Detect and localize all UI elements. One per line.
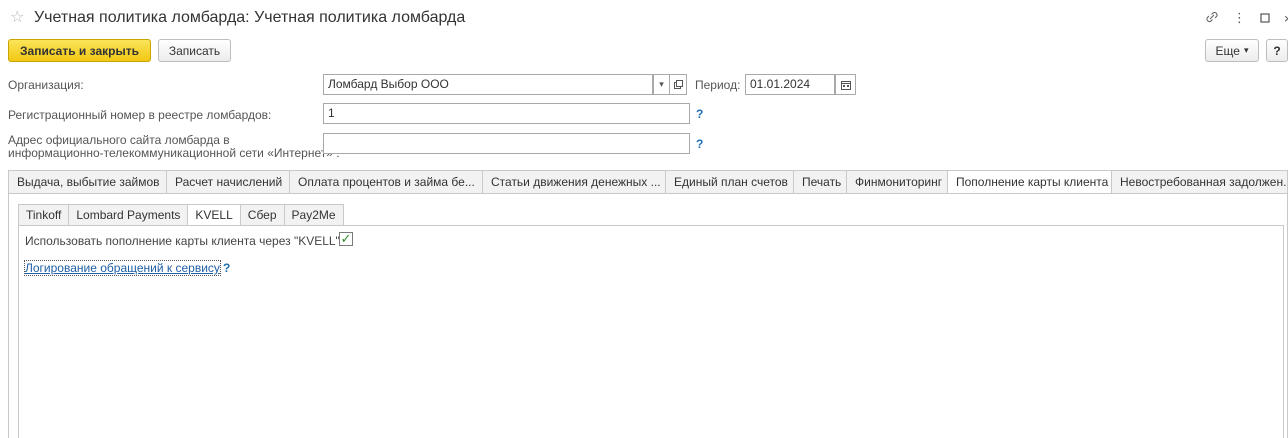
- more-button-label: Еще: [1215, 43, 1240, 58]
- close-icon[interactable]: ×: [1284, 11, 1288, 26]
- tab-loans[interactable]: Выдача, выбытие займов: [8, 170, 166, 194]
- tab-cash-flow-items[interactable]: Статьи движения денежных ...: [482, 170, 665, 194]
- main-tabs: Выдача, выбытие займов Расчет начислений…: [8, 170, 1288, 194]
- tab-accruals[interactable]: Расчет начислений: [166, 170, 289, 194]
- tab-unclaimed-debt[interactable]: Невостребованная задолжен...: [1111, 170, 1288, 194]
- more-icon[interactable]: ⋮: [1233, 10, 1246, 26]
- site-field[interactable]: [323, 133, 690, 154]
- save-button[interactable]: Записать: [158, 39, 231, 62]
- open-icon[interactable]: [670, 74, 687, 95]
- site-label-line2: информационно-телекоммуникационной сети …: [8, 146, 340, 160]
- checkmark-icon: ✓: [340, 231, 352, 246]
- reg-number-field[interactable]: 1: [323, 103, 690, 124]
- maximize-icon[interactable]: [1260, 11, 1270, 26]
- organization-label: Организация:: [8, 78, 84, 92]
- more-button[interactable]: Еще ▾: [1205, 39, 1259, 62]
- link-icon[interactable]: [1205, 10, 1219, 27]
- reg-number-help-icon[interactable]: ?: [696, 107, 703, 121]
- help-button[interactable]: ?: [1266, 39, 1288, 62]
- window-controls: ⋮ ×: [1205, 8, 1288, 28]
- tab-finmonitoring[interactable]: Финмониторинг: [846, 170, 947, 194]
- organization-field[interactable]: Ломбард Выбор ООО: [323, 74, 653, 95]
- tab-interest-payment[interactable]: Оплата процентов и займа бе...: [289, 170, 482, 194]
- period-label: Период:: [695, 78, 741, 92]
- use-kvell-label: Использовать пополнение карты клиента че…: [25, 234, 344, 248]
- subtab-pay2me[interactable]: Pay2Me: [283, 204, 344, 226]
- tab-print[interactable]: Печать: [793, 170, 846, 194]
- tab-card-topup[interactable]: Пополнение карты клиента: [947, 170, 1111, 194]
- kvell-panel: [18, 225, 1284, 438]
- subtab-lombard-payments[interactable]: Lombard Payments: [68, 204, 188, 226]
- save-and-close-button[interactable]: Записать и закрыть: [8, 39, 151, 62]
- subtab-kvell[interactable]: KVELL: [187, 204, 240, 226]
- provider-tabs: Tinkoff Lombard Payments KVELL Сбер Pay2…: [18, 204, 344, 226]
- subtab-sber[interactable]: Сбер: [239, 204, 284, 226]
- service-log-link[interactable]: Логирование обращений к сервису: [24, 260, 221, 276]
- dropdown-arrow-icon[interactable]: ▾: [653, 74, 670, 95]
- tab-chart-of-accounts[interactable]: Единый план счетов: [665, 170, 793, 194]
- service-log-help-icon[interactable]: ?: [223, 261, 230, 275]
- star-icon[interactable]: ☆: [10, 10, 24, 26]
- period-field[interactable]: 01.01.2024: [745, 74, 835, 95]
- page-title: Учетная политика ломбарда: Учетная полит…: [34, 9, 466, 26]
- subtab-tinkoff[interactable]: Tinkoff: [18, 204, 69, 226]
- calendar-icon[interactable]: [835, 74, 856, 95]
- site-help-icon[interactable]: ?: [696, 137, 703, 151]
- use-kvell-checkbox[interactable]: ✓: [339, 232, 353, 246]
- chevron-down-icon: ▾: [1243, 45, 1249, 55]
- title-bar: ☆ Учетная политика ломбарда: Учетная пол…: [0, 0, 1288, 36]
- site-label-line1: Адрес официального сайта ломбарда в: [8, 133, 230, 147]
- reg-number-label: Регистрационный номер в реестре ломбардо…: [8, 108, 272, 122]
